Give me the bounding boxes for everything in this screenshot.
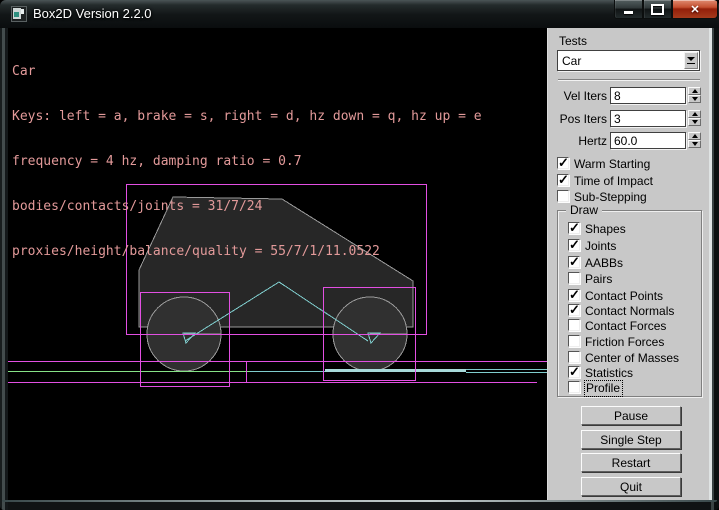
minimize-button[interactable] xyxy=(614,0,643,19)
hertz-label: Hertz xyxy=(548,134,607,148)
shapes-row: Shapes xyxy=(558,222,703,236)
window-bottom-highlight xyxy=(2,500,717,502)
profile-label: Profile xyxy=(585,381,622,396)
checkbox-contact-forces[interactable] xyxy=(568,319,580,331)
simulation-canvas[interactable]: Car Keys: left = a, brake = s, right = d… xyxy=(8,28,547,500)
chevron-down-icon xyxy=(687,57,695,61)
app-icon-bar xyxy=(21,9,24,14)
maximize-icon xyxy=(651,4,664,15)
hertz-spinner xyxy=(688,132,701,149)
arrow-down-icon xyxy=(692,97,698,101)
hertz-input[interactable] xyxy=(610,132,686,149)
pause-button[interactable]: Pause xyxy=(581,406,681,425)
pos-iters-spinner xyxy=(688,110,701,127)
aabbs-label: AABBs xyxy=(585,256,623,270)
restart-button[interactable]: Restart xyxy=(581,453,681,472)
window-title: Box2D Version 2.2.0 xyxy=(33,0,152,26)
single-step-button[interactable]: Single Step xyxy=(581,430,681,449)
joints-label: Joints xyxy=(585,239,616,253)
minimize-icon xyxy=(624,11,633,14)
sub-stepping-label: Sub-Stepping xyxy=(574,190,647,204)
checkbox-contact-points[interactable] xyxy=(568,289,580,301)
profile-row: Profile xyxy=(558,381,703,395)
contact-points-row: Contact Points xyxy=(558,289,703,303)
pos-iters-input[interactable] xyxy=(610,110,686,127)
arrow-down-icon xyxy=(692,142,698,146)
tests-dropdown-value: Car xyxy=(562,54,581,68)
vel-iters-spin-down[interactable] xyxy=(688,95,701,103)
app-icon-accent xyxy=(14,12,19,17)
checkbox-joints[interactable] xyxy=(568,239,580,251)
checkbox-shapes[interactable] xyxy=(568,222,580,234)
vel-iters-spin-up[interactable] xyxy=(688,87,701,95)
friction-forces-label: Friction Forces xyxy=(585,335,664,349)
vel-iters-spinner xyxy=(688,87,701,104)
debug-text-block: Car Keys: left = a, brake = s, right = d… xyxy=(12,34,482,289)
checkbox-statistics[interactable] xyxy=(568,366,580,378)
checkbox-contact-normals[interactable] xyxy=(568,304,580,316)
arrow-up-icon xyxy=(692,89,698,93)
checkbox-center-of-masses[interactable] xyxy=(568,351,580,363)
contact-points-label: Contact Points xyxy=(585,289,663,303)
vel-iters-input[interactable] xyxy=(610,87,686,104)
hertz-spin-up[interactable] xyxy=(688,132,701,140)
debug-line-keys: Keys: left = a, brake = s, right = d, hz… xyxy=(12,109,482,124)
quit-button[interactable]: Quit xyxy=(581,477,681,496)
titlebar[interactable]: Box2D Version 2.2.0 ✕ xyxy=(0,0,719,28)
aabbs-row: AABBs xyxy=(558,256,703,270)
contact-normals-label: Contact Normals xyxy=(585,304,674,318)
checkbox-profile[interactable] xyxy=(568,381,580,393)
checkbox-pairs[interactable] xyxy=(568,272,580,284)
tests-dropdown[interactable]: Car xyxy=(557,50,700,71)
panel-edge-highlight xyxy=(709,28,712,500)
arrow-up-icon xyxy=(692,112,698,116)
debug-line-frequency: frequency = 4 hz, damping ratio = 0.7 xyxy=(12,154,482,169)
maximize-button[interactable] xyxy=(643,0,672,19)
contact-forces-label: Contact Forces xyxy=(585,319,666,333)
pos-iters-spin-down[interactable] xyxy=(688,118,701,126)
separator xyxy=(558,79,700,81)
warm-starting-label: Warm Starting xyxy=(574,157,650,171)
pairs-row: Pairs xyxy=(558,272,703,286)
center-of-masses-row: Center of Masses xyxy=(558,351,703,365)
pos-iters-spin-up[interactable] xyxy=(688,110,701,118)
checkbox-friction-forces[interactable] xyxy=(568,335,580,347)
app-icon xyxy=(11,6,27,22)
hertz-spin-down[interactable] xyxy=(688,140,701,148)
tests-label: Tests xyxy=(559,34,587,48)
close-icon: ✕ xyxy=(690,3,699,16)
contact-forces-row: Contact Forces xyxy=(558,319,703,333)
control-panel: Tests Car Vel Iters Pos Iters xyxy=(547,28,709,500)
checkbox-sub-stepping[interactable] xyxy=(557,190,569,202)
pairs-label: Pairs xyxy=(585,272,612,286)
arrow-up-icon xyxy=(692,134,698,138)
statistics-label: Statistics xyxy=(585,366,633,380)
pos-iters-label: Pos Iters xyxy=(548,112,607,126)
debug-line-bodies: bodies/contacts/joints = 31/7/24 xyxy=(12,199,482,214)
joints-row: Joints xyxy=(558,239,703,253)
pos-iters-row: Pos Iters xyxy=(548,110,710,127)
app-window: Box2D Version 2.2.0 ✕ xyxy=(0,0,719,510)
time-of-impact-label: Time of Impact xyxy=(574,174,653,188)
center-of-masses-label: Center of Masses xyxy=(585,351,679,365)
checkbox-warm-starting[interactable] xyxy=(557,157,569,169)
vel-iters-label: Vel Iters xyxy=(548,89,607,103)
debug-line-test-name: Car xyxy=(12,64,482,79)
checkbox-aabbs[interactable] xyxy=(568,256,580,268)
friction-forces-row: Friction Forces xyxy=(558,335,703,349)
close-button[interactable]: ✕ xyxy=(672,0,718,19)
statistics-row: Statistics xyxy=(558,366,703,380)
shapes-label: Shapes xyxy=(585,222,626,236)
draw-group: Draw Shapes Joints AABBs Pairs Contact P… xyxy=(557,210,702,397)
dropdown-underline xyxy=(687,63,695,64)
vel-iters-row: Vel Iters xyxy=(548,87,710,104)
hertz-row: Hertz xyxy=(548,132,710,149)
contact-normals-row: Contact Normals xyxy=(558,304,703,318)
draw-group-title: Draw xyxy=(566,203,602,217)
dropdown-button[interactable] xyxy=(684,52,698,69)
checkbox-time-of-impact[interactable] xyxy=(557,174,569,186)
arrow-down-icon xyxy=(692,120,698,124)
debug-line-proxies: proxies/height/balance/quality = 55/7/1/… xyxy=(12,244,482,259)
